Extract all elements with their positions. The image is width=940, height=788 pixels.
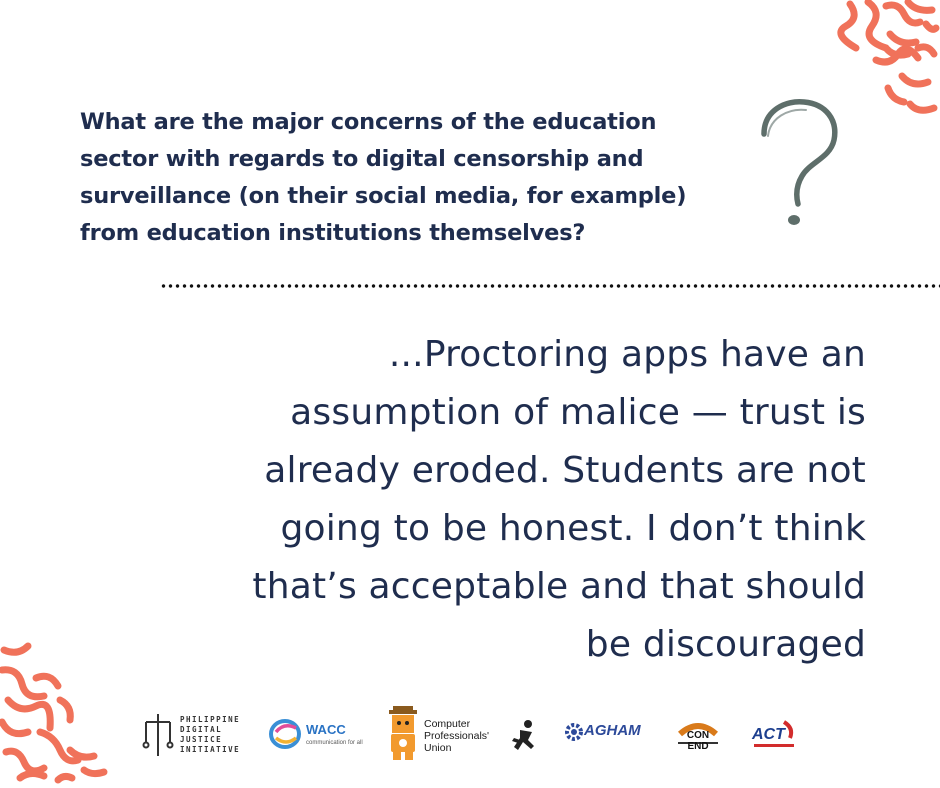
wacc-name: WACC — [306, 722, 346, 737]
wacc-logo: WACC communication for all — [268, 716, 378, 752]
agham-gear-icon — [565, 723, 583, 741]
agham-logo: AGHAM — [564, 718, 654, 750]
runner-emblem-icon — [512, 720, 534, 750]
agham-name: AGHAM — [584, 722, 641, 739]
conend-name: CON END — [686, 730, 710, 752]
quote-text: ...Proctoring apps have an assumption of… — [252, 334, 866, 665]
question-text: What are the major concerns of the educa… — [80, 109, 687, 246]
dotted-divider — [160, 283, 940, 289]
pdji-mark-icon — [142, 714, 174, 756]
wacc-swirl-icon — [269, 719, 301, 749]
partner-logos-row: PHILIPPINE DIGITAL JUSTICE INITIATIVE WA… — [0, 700, 940, 770]
cpu-logo: Computer Professionals' Union — [386, 706, 496, 762]
question-mark-icon — [761, 99, 838, 225]
cpu-mascot-icon — [389, 706, 417, 760]
act-logo: ACT — [750, 720, 798, 752]
pdji-logo-text: PHILIPPINE DIGITAL JUSTICE INITIATIVE — [180, 715, 241, 754]
conend-logo: CON END — [676, 718, 720, 754]
cpu-logo-text: Computer Professionals' Union — [424, 718, 490, 754]
pdji-logo: PHILIPPINE DIGITAL JUSTICE INITIATIVE — [140, 712, 250, 758]
act-name: ACT — [752, 726, 785, 743]
wacc-tagline: communication for all — [306, 740, 363, 746]
